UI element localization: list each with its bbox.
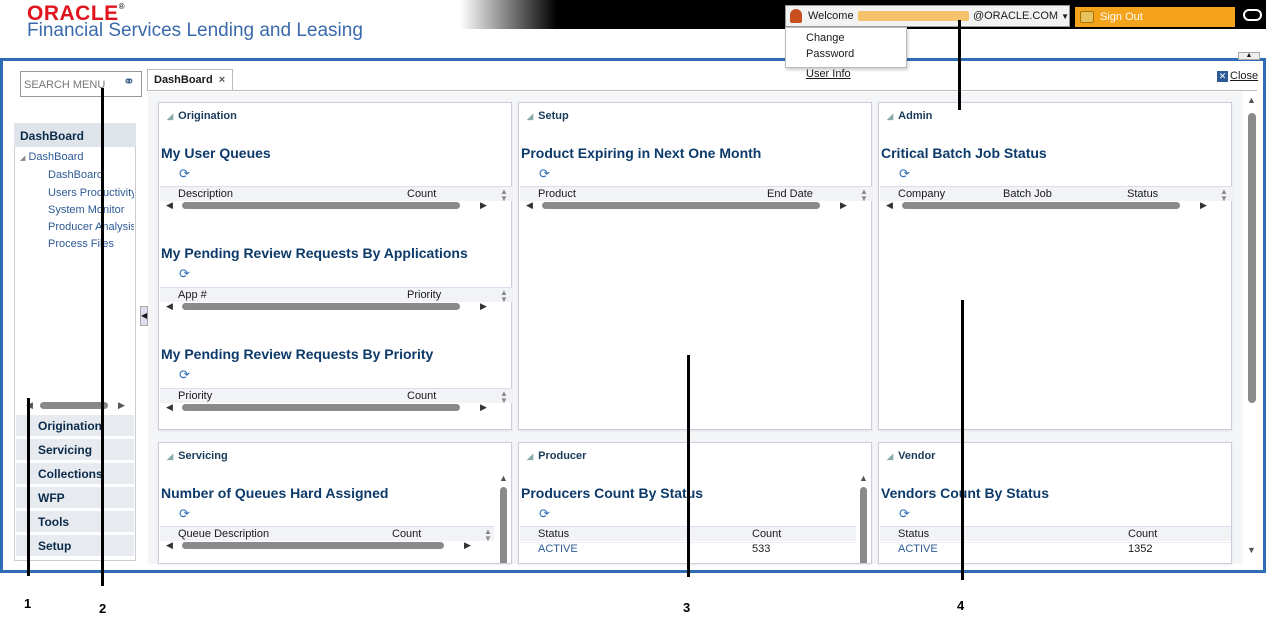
collapse-header-button[interactable]: ▲ bbox=[1238, 52, 1260, 60]
refresh-icon[interactable]: ⟳ bbox=[539, 506, 550, 522]
section-title: My Pending Review Requests By Priority bbox=[161, 346, 434, 362]
section-title: Producers Count By Status bbox=[521, 485, 704, 501]
panel-vertical-scrollbar[interactable]: ▲ bbox=[499, 473, 508, 563]
close-label: Close bbox=[1230, 70, 1259, 82]
horizontal-scrollbar[interactable]: ◀ ▶ bbox=[160, 402, 500, 414]
table-header: Description Count ▲ ▼ bbox=[160, 186, 512, 203]
nav-setup[interactable]: Setup bbox=[16, 535, 134, 557]
table-header: Status Count bbox=[880, 526, 1231, 541]
section-title: Product Expiring in Next One Month bbox=[521, 145, 762, 161]
sign-out-label: Sign Out bbox=[1100, 11, 1143, 23]
panel-servicing: Servicing Number of Queues Hard Assigned… bbox=[158, 442, 512, 564]
tree-item-users-productivity[interactable]: Users Productivity bbox=[48, 187, 134, 199]
annotation-line-2 bbox=[101, 88, 104, 586]
refresh-icon[interactable]: ⟳ bbox=[179, 506, 190, 522]
email-suffix: @ORACLE.COM bbox=[972, 10, 1059, 22]
panel-splitter-handle[interactable]: ◀ bbox=[140, 306, 148, 326]
panel-title: Servicing bbox=[167, 450, 228, 462]
sign-out-icon bbox=[1080, 11, 1094, 23]
user-dropdown-menu: Change Password User Info bbox=[785, 27, 907, 80]
panel-title: Setup bbox=[527, 110, 569, 122]
content-vertical-scrollbar[interactable]: ▲ ▼ bbox=[1245, 95, 1259, 560]
close-tab-icon[interactable]: × bbox=[219, 74, 225, 86]
sign-out-button[interactable]: Sign Out bbox=[1075, 7, 1235, 27]
annotation-line-4b bbox=[961, 300, 964, 580]
panel-title: Vendor bbox=[887, 450, 935, 462]
panel-vertical-scrollbar[interactable]: ▲ bbox=[859, 473, 868, 563]
panel-setup: Setup Product Expiring in Next One Month… bbox=[518, 102, 872, 430]
horizontal-scrollbar[interactable]: ◀ ▶ bbox=[160, 200, 500, 212]
tab-divider bbox=[147, 90, 1257, 91]
annotation-number: 2 bbox=[99, 601, 107, 616]
refresh-icon[interactable]: ⟳ bbox=[179, 166, 190, 182]
nav-wfp[interactable]: WFP bbox=[16, 487, 134, 509]
refresh-icon[interactable]: ⟳ bbox=[179, 266, 190, 282]
user-icon bbox=[790, 9, 802, 23]
sidebar-header-dashboard[interactable]: DashBoard bbox=[14, 123, 136, 147]
panel-title: Producer bbox=[527, 450, 586, 462]
panel-admin: Admin Critical Batch Job Status ⟳ Compan… bbox=[878, 102, 1232, 430]
tree-item-process-files[interactable]: Process Files bbox=[48, 238, 114, 250]
menu-item-user-info[interactable]: User Info bbox=[786, 64, 906, 84]
product-title: Financial Services Lending and Leasing bbox=[27, 20, 363, 41]
binoculars-icon[interactable]: ⚭ bbox=[123, 73, 135, 90]
section-title: Vendors Count By Status bbox=[881, 485, 1050, 501]
annotation-number: 4 bbox=[957, 598, 965, 613]
section-title: My User Queues bbox=[161, 145, 271, 161]
table-header: Queue Description Count ▲ ▼ bbox=[160, 526, 494, 543]
panel-producer: Producer Producers Count By Status ⟳ Sta… bbox=[518, 442, 872, 564]
tree-root-dashboard[interactable]: ◢ DashBoard bbox=[20, 151, 84, 163]
tree-item-producer-analysis[interactable]: Producer Analysis bbox=[48, 221, 134, 233]
tree-item-dashboard[interactable]: DashBoard bbox=[48, 169, 103, 181]
refresh-icon[interactable]: ⟳ bbox=[539, 166, 550, 182]
section-title: Number of Queues Hard Assigned bbox=[161, 485, 389, 501]
section-title: Critical Batch Job Status bbox=[881, 145, 1047, 161]
panel-title: Origination bbox=[167, 110, 237, 122]
tab-dashboard[interactable]: DashBoard × bbox=[147, 69, 233, 91]
close-button[interactable]: ✕ Close bbox=[1217, 70, 1258, 82]
refresh-icon[interactable]: ⟳ bbox=[899, 166, 910, 182]
panel-vendor: Vendor Vendors Count By Status ⟳ Status … bbox=[878, 442, 1232, 564]
menu-item-change-password[interactable]: Change Password bbox=[786, 28, 906, 64]
annotation-number: 3 bbox=[683, 600, 691, 615]
table-header: Product End Date ▲ ▼ bbox=[520, 186, 872, 203]
table-header: App # Priority ▲ ▼ bbox=[160, 287, 512, 304]
panel-origination: Origination My User Queues ⟳ Description… bbox=[158, 102, 512, 430]
nav-collections[interactable]: Collections bbox=[16, 463, 134, 485]
horizontal-scrollbar[interactable]: ◀ ▶ bbox=[520, 200, 860, 212]
annotation-line-3 bbox=[687, 355, 690, 577]
table-header: Priority Count ▲ ▼ bbox=[160, 388, 512, 405]
nav-servicing[interactable]: Servicing bbox=[16, 439, 134, 461]
nav-origination[interactable]: Origination bbox=[16, 415, 134, 437]
welcome-label: Welcome bbox=[807, 10, 854, 22]
chevron-down-icon: ▼ bbox=[1061, 11, 1069, 21]
close-icon: ✕ bbox=[1217, 71, 1228, 82]
horizontal-scrollbar[interactable]: ◀ ▶ bbox=[880, 200, 1220, 212]
sidebar-horizontal-scrollbar[interactable]: ◀ ▶ bbox=[24, 400, 128, 410]
username-redacted bbox=[857, 11, 969, 21]
panel-title: Admin bbox=[887, 110, 932, 122]
nav-tools[interactable]: Tools bbox=[16, 511, 134, 533]
horizontal-scrollbar[interactable]: ◀ ▶ bbox=[160, 301, 500, 313]
annotation-number: 1 bbox=[24, 596, 32, 611]
tree-item-system-monitor[interactable]: System Monitor bbox=[48, 204, 124, 216]
annotation-line-4a bbox=[958, 20, 961, 110]
refresh-icon[interactable]: ⟳ bbox=[899, 506, 910, 522]
section-title: My Pending Review Requests By Applicatio… bbox=[161, 245, 468, 261]
refresh-icon[interactable]: ⟳ bbox=[179, 367, 190, 383]
table-header: Company Batch Job Status ▲ ▼ bbox=[880, 186, 1232, 203]
annotation-line-1 bbox=[27, 398, 30, 576]
window-toggle-icon[interactable] bbox=[1243, 9, 1262, 21]
user-menu-button[interactable]: Welcome @ORACLE.COM ▼ bbox=[785, 5, 1070, 27]
tab-label: DashBoard bbox=[154, 74, 213, 86]
horizontal-scrollbar[interactable]: ◀ ▶ bbox=[160, 540, 480, 552]
table-row[interactable]: ACTIVE 1352 bbox=[880, 542, 1231, 557]
